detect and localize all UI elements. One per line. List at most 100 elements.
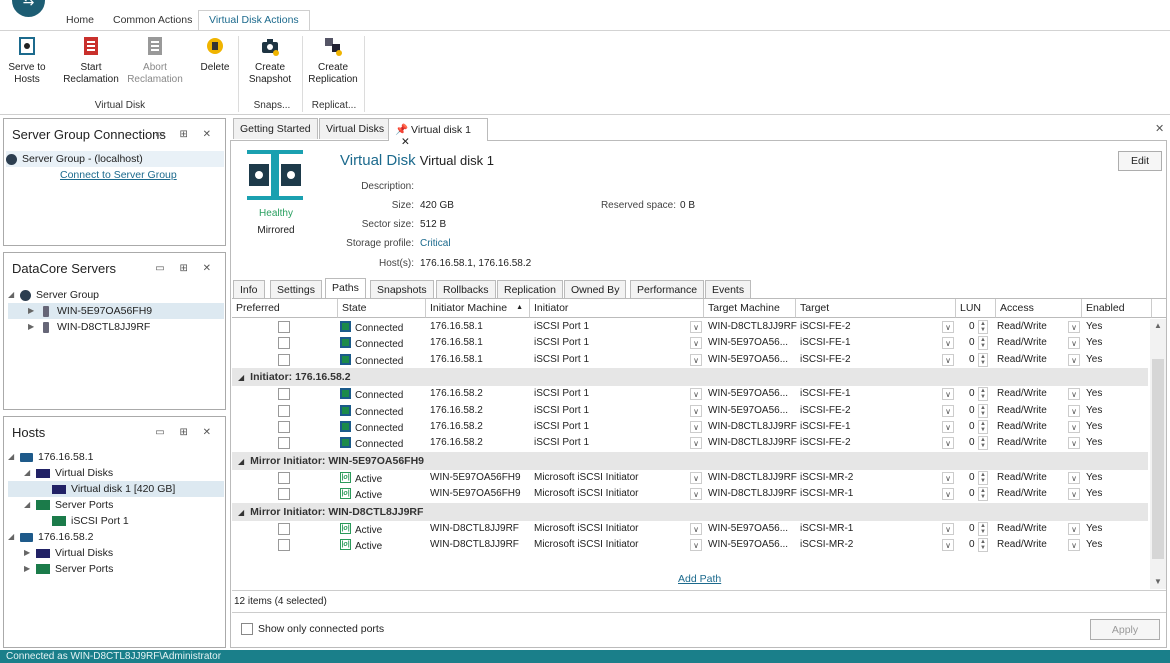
grid-scrollbar[interactable]: ▲ ▼ (1150, 319, 1166, 589)
lun-spinner[interactable]: ▲ ▼ (978, 387, 988, 402)
collapse-icon[interactable]: ◢ (8, 287, 20, 303)
tree-server-group[interactable]: ◢ Server Group (8, 287, 224, 303)
subtab-rollbacks[interactable]: Rollbacks (436, 280, 496, 298)
scroll-up-icon[interactable]: ▲ (1154, 321, 1162, 330)
lun-spinner[interactable]: ▲ ▼ (978, 352, 988, 367)
expand-icon[interactable]: ▶ (24, 561, 36, 577)
tree-iscsi-port-1[interactable]: iSCSI Port 1 (8, 513, 224, 529)
connect-to-server-group-link[interactable]: Connect to Server Group (60, 167, 177, 183)
dropdown-icon[interactable]: ∨ (690, 421, 702, 433)
preferred-checkbox[interactable] (278, 488, 290, 501)
subtab-paths[interactable]: Paths (325, 278, 366, 299)
tree-server-2[interactable]: ▶ WIN-D8CTL8JJ9RF (8, 319, 224, 335)
subtab-performance[interactable]: Performance (630, 280, 705, 298)
table-row[interactable]: Connected 176.16.58.1 iSCSI Port 1 ∨ WIN-D8C… (232, 319, 1148, 335)
edit-button[interactable]: Edit (1118, 151, 1162, 171)
panel-controls[interactable]: ▭ ⊞ ✕ (155, 129, 217, 140)
lun-spinner[interactable]: ▲ ▼ (978, 420, 988, 434)
dropdown-icon[interactable]: ∨ (1068, 437, 1080, 450)
dropdown-icon[interactable]: ∨ (1068, 522, 1080, 535)
table-row[interactable]: |o| Active WIN-D8CTL8JJ9RF Microsoft iSCSI … (232, 537, 1148, 553)
dropdown-icon[interactable]: ∨ (942, 539, 954, 551)
lun-spinner[interactable]: ▲ ▼ (978, 538, 988, 552)
dropdown-icon[interactable]: ∨ (942, 437, 954, 450)
preferred-checkbox[interactable] (278, 353, 290, 366)
table-row[interactable]: |o| Active WIN-5E97OA56FH9 Microsoft iSCSI … (232, 470, 1148, 486)
dropdown-icon[interactable]: ∨ (1068, 353, 1080, 366)
abort-reclamation-button[interactable]: Abort Reclamation (124, 36, 186, 86)
dropdown-icon[interactable]: ∨ (1068, 488, 1080, 501)
subtab-owned-by[interactable]: Owned By (564, 280, 627, 298)
col-target[interactable]: Target (796, 299, 956, 318)
apply-button[interactable]: Apply (1090, 619, 1160, 640)
dropdown-icon[interactable]: ∨ (690, 321, 702, 333)
dropdown-icon[interactable]: ∨ (1068, 321, 1080, 333)
dropdown-icon[interactable]: ∨ (942, 353, 954, 366)
collapse-icon[interactable]: ◢ (238, 457, 244, 466)
collapse-icon[interactable]: ◢ (24, 497, 36, 513)
expand-icon[interactable]: ▶ (28, 319, 40, 335)
group-header-row[interactable]: ◢ Mirror Initiator: WIN-5E97OA56FH9 (232, 451, 1148, 470)
table-row[interactable]: Connected 176.16.58.2 iSCSI Port 1 ∨ WIN-5E9… (232, 386, 1148, 402)
col-enabled[interactable]: Enabled (1082, 299, 1152, 318)
add-path-link[interactable]: Add Path (678, 573, 721, 585)
tab-common-actions[interactable]: Common Actions (107, 12, 198, 30)
preferred-checkbox[interactable] (278, 388, 290, 401)
dropdown-icon[interactable]: ∨ (690, 388, 702, 401)
col-initiator-machine[interactable]: Initiator Machine ▲ (426, 299, 530, 318)
table-row[interactable]: |o| Active WIN-5E97OA56FH9 Microsoft iSCSI … (232, 486, 1148, 502)
col-preferred[interactable]: Preferred (232, 299, 338, 318)
preferred-checkbox[interactable] (278, 421, 290, 433)
tree-virtual-disks-2[interactable]: ▶ Virtual Disks (8, 545, 224, 561)
create-snapshot-button[interactable]: Create Snapshot (244, 36, 296, 86)
start-reclamation-button[interactable]: Start Reclamation (60, 36, 122, 86)
col-lun[interactable]: LUN (956, 299, 996, 318)
subtab-replication[interactable]: Replication (497, 280, 563, 298)
subtab-info[interactable]: Info (233, 280, 265, 298)
table-row[interactable]: Connected 176.16.58.2 iSCSI Port 1 ∨ WIN-D8C… (232, 419, 1148, 435)
collapse-icon[interactable]: ◢ (24, 465, 36, 481)
panel-controls[interactable]: ▭ ⊞ ✕ (155, 263, 217, 274)
expand-icon[interactable]: ▶ (28, 303, 40, 319)
doc-tab-getting-started[interactable]: Getting Started (233, 118, 318, 139)
dropdown-icon[interactable]: ∨ (690, 488, 702, 501)
profile-link[interactable]: Critical (420, 238, 451, 249)
group-header-row[interactable]: ◢ Initiator: 176.16.58.2 (232, 368, 1148, 387)
preferred-checkbox[interactable] (278, 321, 290, 333)
preferred-checkbox[interactable] (278, 337, 290, 350)
close-all-icon[interactable]: ✕ (1155, 122, 1164, 135)
dropdown-icon[interactable]: ∨ (1068, 404, 1080, 417)
show-only-connected-checkbox[interactable] (241, 623, 253, 635)
panel-controls[interactable]: ▭ ⊞ ✕ (155, 427, 217, 438)
doc-tab-virtual-disks[interactable]: Virtual Disks (319, 118, 392, 139)
preferred-checkbox[interactable] (278, 437, 290, 450)
tree-virtual-disks[interactable]: ◢ Virtual Disks (8, 465, 224, 481)
subtab-settings[interactable]: Settings (270, 280, 322, 298)
col-access[interactable]: Access (996, 299, 1082, 318)
lun-spinner[interactable]: ▲ ▼ (978, 487, 988, 502)
delete-button[interactable]: Delete (196, 36, 234, 74)
collapse-icon[interactable]: ◢ (8, 529, 20, 545)
collapse-icon[interactable]: ◢ (238, 373, 244, 382)
dropdown-icon[interactable]: ∨ (1068, 539, 1080, 551)
dropdown-icon[interactable]: ∨ (1068, 471, 1080, 484)
dropdown-icon[interactable]: ∨ (1068, 337, 1080, 350)
scroll-down-icon[interactable]: ▼ (1154, 577, 1162, 586)
col-state[interactable]: State (338, 299, 426, 318)
collapse-icon[interactable]: ◢ (8, 449, 20, 465)
lun-spinner[interactable]: ▲ ▼ (978, 470, 988, 485)
table-row[interactable]: Connected 176.16.58.1 iSCSI Port 1 ∨ WIN-5E9… (232, 352, 1148, 368)
tab-home[interactable]: Home (60, 12, 100, 30)
table-row[interactable]: Connected 176.16.58.2 iSCSI Port 1 ∨ WIN-D8C… (232, 435, 1148, 451)
collapse-icon[interactable]: ◢ (238, 508, 244, 517)
col-target-machine[interactable]: Target Machine (704, 299, 796, 318)
tree-virtual-disk-1[interactable]: Virtual disk 1 [420 GB] (8, 481, 224, 497)
close-icon[interactable]: ✕ (401, 136, 410, 148)
table-row[interactable]: |o| Active WIN-D8CTL8JJ9RF Microsoft iSCSI … (232, 521, 1148, 537)
pin-icon[interactable]: 📌 (395, 124, 408, 136)
dropdown-icon[interactable]: ∨ (942, 522, 954, 535)
dropdown-icon[interactable]: ∨ (690, 437, 702, 450)
server-group-item[interactable]: Server Group - (localhost) (6, 151, 224, 167)
lun-spinner[interactable]: ▲ ▼ (978, 521, 988, 536)
dropdown-icon[interactable]: ∨ (690, 471, 702, 484)
